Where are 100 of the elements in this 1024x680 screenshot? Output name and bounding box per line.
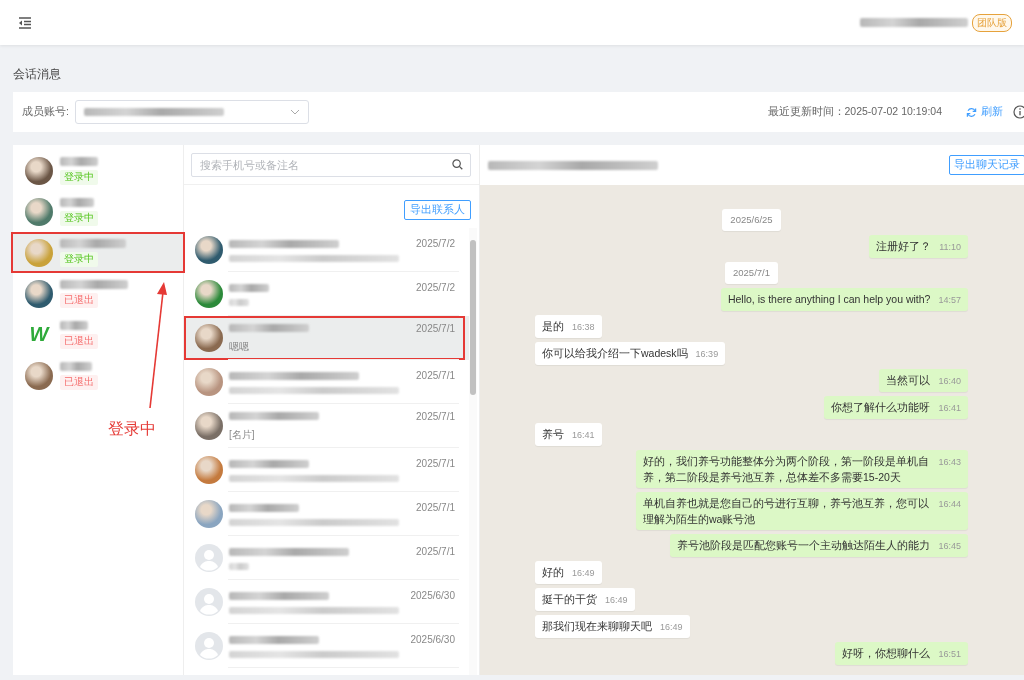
message-time: 16:43 (938, 456, 961, 469)
message-time: 11:10 (939, 241, 961, 254)
message-text: 养号 (542, 428, 564, 440)
blurred-name (60, 238, 126, 248)
message-time: 14:57 (938, 294, 961, 307)
export-chat-button[interactable]: 导出聊天记录 (949, 155, 1024, 175)
photo-placeholder (25, 279, 53, 308)
message-text: 注册好了？ (876, 240, 932, 252)
plan-badge: 团队版 (972, 13, 1012, 32)
contact-date: 2025/7/2 (416, 238, 455, 249)
status-tag: 已退出 (60, 292, 98, 308)
photo-placeholder (195, 368, 223, 396)
message-time: 16:49 (605, 594, 628, 607)
photo-placeholder (25, 197, 53, 226)
blurred-name (229, 283, 269, 292)
contact-date: 2025/7/1 (416, 322, 455, 334)
message-time: 16:51 (938, 648, 961, 661)
blurred-name (60, 197, 94, 207)
contact-item[interactable]: 2025/7/1 [名片] (184, 404, 469, 448)
default-avatar-icon (195, 544, 223, 572)
contact-date: 2025/7/1 (416, 370, 455, 381)
last-updated-text: 最近更新时间：2025-07-02 10:19:04 (767, 105, 942, 119)
info-icon[interactable] (1013, 105, 1024, 119)
message-time: 16:44 (938, 498, 961, 511)
refresh-button[interactable]: 刷新 (966, 105, 1003, 119)
contact-item[interactable]: 2025/7/2 (184, 228, 469, 272)
message-text: 单机自养也就是您自己的号进行互聊，养号池互养，您可以理解为陌生的wa账号池 (643, 497, 929, 525)
blurred-name (229, 563, 249, 570)
default-avatar-icon (195, 632, 223, 660)
photo-placeholder (195, 456, 223, 484)
account-item[interactable]: W 已退出 (13, 314, 183, 355)
status-tag: 登录中 (60, 169, 98, 185)
blurred-name (60, 320, 88, 330)
message-text: 你想了解什么功能呀 (831, 401, 931, 413)
blurred-name (60, 279, 128, 289)
scrollbar[interactable] (469, 228, 477, 675)
chevron-down-icon (289, 109, 300, 115)
search-field[interactable]: 搜索手机号或备注名 (191, 153, 471, 177)
photo-placeholder (195, 236, 223, 264)
photo-placeholder (195, 500, 223, 528)
export-contacts-button[interactable]: 导出联系人 (404, 200, 471, 220)
message-time: 16:49 (572, 567, 595, 580)
contact-date: 2025/7/1 (416, 546, 455, 557)
contact-date: 2025/7/2 (416, 282, 455, 293)
contact-item[interactable]: 2025/7/1 (184, 360, 469, 404)
contact-item[interactable]: 2025/7/1 (184, 448, 469, 492)
photo-placeholder (25, 361, 53, 390)
default-avatar-icon (195, 588, 223, 616)
blurred-name (60, 156, 98, 166)
message-time: 16:39 (695, 348, 719, 361)
photo-placeholder (195, 412, 223, 440)
message-text: 好呀，你想聊什么 (842, 647, 931, 659)
account-item[interactable]: 登录中 (13, 150, 183, 191)
refresh-icon (966, 106, 977, 118)
blurred-name (229, 503, 299, 512)
message-time: 16:49 (660, 621, 683, 634)
status-tag: 登录中 (60, 251, 98, 267)
message-preview: [名片] (229, 427, 256, 442)
page-title: 会话消息 (13, 67, 61, 81)
contact-item[interactable]: 2025/7/1 (184, 536, 469, 580)
contact-date: 2025/6/30 (410, 634, 455, 645)
message-text: 养号池阶段是匹配您账号一个主动触达陌生人的能力 (677, 539, 931, 551)
message-text: 好的 (542, 566, 564, 578)
message-text: 挺干的干货 (542, 593, 597, 605)
account-item[interactable]: 登录中 (13, 191, 183, 232)
message-time: 16:40 (938, 375, 961, 388)
contact-date: 2025/7/1 (416, 458, 455, 469)
contact-date: 2025/7/1 (416, 502, 455, 513)
account-item[interactable]: 已退出 (13, 355, 183, 396)
menu-icon[interactable] (18, 16, 32, 29)
contact-item[interactable]: 2025/7/1 (184, 492, 469, 536)
photo-placeholder (195, 324, 223, 352)
message-text: 你可以给我介绍一下wadesk吗 (542, 347, 688, 359)
status-tag: 登录中 (60, 210, 98, 226)
account-item[interactable]: 登录中 (13, 232, 183, 273)
contact-item[interactable]: 2025/7/1 嗯嗯 (184, 316, 469, 360)
search-icon (452, 159, 463, 170)
message-text: 好的，我们养号功能整体分为两个阶段，第一阶段是单机自养，第二阶段是养号池互养，总体差不多需要15-20天 (643, 455, 929, 483)
logo-avatar: W (28, 322, 51, 347)
date-separator: 2025/7/1 (725, 262, 778, 284)
message-preview: 嗯嗯 (229, 339, 250, 354)
status-tag: 已退出 (60, 374, 98, 390)
message-time: 16:45 (938, 540, 961, 553)
contact-item[interactable]: 2025/7/2 (184, 272, 469, 316)
contact-item[interactable]: 2025/6/30 (184, 580, 469, 624)
message-time: 16:41 (938, 402, 961, 415)
photo-placeholder (25, 238, 53, 267)
photo-placeholder (25, 156, 53, 185)
annotation-label: 登录中 (108, 419, 156, 439)
member-account-label: 成员账号: (22, 105, 69, 119)
account-item[interactable]: 已退出 (13, 273, 183, 314)
blurred-name (60, 361, 92, 371)
contact-item[interactable]: 2025/6/30 (184, 624, 469, 668)
photo-placeholder (195, 280, 223, 308)
message-time: 16:41 (572, 429, 595, 442)
blurred-name (229, 299, 249, 306)
message-text: 当然可以 (886, 374, 931, 386)
contact-date: 2025/7/1 (416, 410, 455, 422)
message-time: 16:38 (572, 321, 595, 334)
message-text: 是的 (542, 320, 564, 332)
